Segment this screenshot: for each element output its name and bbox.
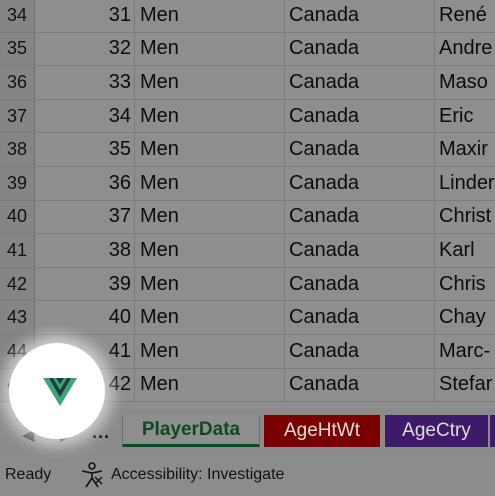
cell-number[interactable]: 40 — [35, 301, 135, 334]
cell-number[interactable]: 35 — [35, 133, 135, 166]
more-tabs-button[interactable]: ... — [92, 422, 110, 443]
table-row: 34 31 Men Canada René — [0, 0, 495, 33]
cell-country[interactable]: Canada — [285, 200, 435, 234]
cell-number[interactable]: 36 — [35, 167, 135, 200]
tab-partial[interactable] — [490, 415, 495, 447]
cell-country[interactable]: Canada — [285, 368, 435, 402]
cell-country[interactable]: Canada — [285, 32, 435, 66]
cell-gender[interactable]: Men — [135, 368, 285, 402]
cell-gender[interactable]: Men — [135, 99, 285, 133]
table-row: 38 35 Men Canada Maxir — [0, 133, 495, 167]
cell-number[interactable]: 34 — [35, 99, 135, 133]
cell-name[interactable]: Eric — [435, 100, 495, 133]
cell-country[interactable]: Canada — [285, 335, 435, 368]
accessibility-status[interactable]: Accessibility: Investigate — [111, 466, 284, 484]
cell-number[interactable]: 31 — [35, 0, 135, 32]
cell-name[interactable]: Karl — [435, 234, 495, 267]
tab-playerdata-label: PlayerData — [141, 418, 241, 440]
cell-gender[interactable]: Men — [135, 167, 285, 200]
row-header[interactable]: 43 — [0, 301, 35, 334]
cell-gender[interactable]: Men — [135, 200, 285, 234]
cell-country[interactable]: Canada — [285, 133, 435, 166]
cell-name[interactable]: Linder — [435, 167, 495, 200]
tab-playerdata[interactable]: PlayerData — [122, 415, 260, 447]
status-bar: Ready Accessibility: Investigate — [0, 456, 495, 496]
cell-number[interactable]: 38 — [35, 234, 135, 267]
row-header[interactable]: 41 — [0, 234, 35, 267]
cell-gender[interactable]: Men — [135, 66, 285, 99]
cell-name[interactable]: Maxir — [435, 133, 495, 166]
cell-gender[interactable]: Men — [135, 32, 285, 66]
cell-name[interactable]: Marc- — [435, 335, 495, 368]
tab-agehtwt[interactable]: AgeHtWt — [264, 415, 380, 447]
cell-number[interactable]: 32 — [35, 32, 135, 66]
cell-name[interactable]: Andre — [435, 33, 495, 66]
cell-name[interactable]: Chay — [435, 301, 495, 334]
table-row: 39 36 Men Canada Linder — [0, 167, 495, 201]
row-header[interactable]: 39 — [0, 167, 35, 200]
row-header[interactable]: 40 — [0, 200, 35, 234]
vue-logo-icon — [43, 378, 77, 406]
cell-name[interactable]: Maso — [435, 66, 495, 99]
row-header[interactable]: 36 — [0, 66, 35, 99]
cell-gender[interactable]: Men — [135, 267, 285, 301]
cell-name[interactable]: René — [435, 0, 495, 32]
row-header[interactable]: 37 — [0, 99, 35, 133]
tab-agehtwt-label: AgeHtWt — [283, 420, 361, 441]
cell-gender[interactable]: Men — [135, 0, 285, 32]
cell-number[interactable]: 33 — [35, 66, 135, 99]
cell-country[interactable]: Canada — [285, 99, 435, 133]
table-row: 37 34 Men Canada Eric — [0, 99, 495, 134]
status-ready: Ready — [5, 466, 52, 483]
row-header[interactable]: 42 — [0, 267, 35, 301]
tab-agectry[interactable]: AgeCtry — [385, 415, 488, 447]
table-row: 36 33 Men Canada Maso — [0, 66, 495, 100]
cell-name[interactable]: Chris — [435, 268, 495, 301]
cell-country[interactable]: Canada — [285, 66, 435, 99]
tab-agectry-label: AgeCtry — [402, 420, 471, 441]
cell-country[interactable]: Canada — [285, 167, 435, 200]
row-header[interactable]: 35 — [0, 32, 35, 66]
table-row: 42 39 Men Canada Chris — [0, 267, 495, 302]
table-row: 40 37 Men Canada Christ — [0, 200, 495, 235]
cell-name[interactable]: Christ — [435, 201, 495, 234]
table-row: 43 40 Men Canada Chay — [0, 301, 495, 335]
row-header[interactable]: 34 — [0, 0, 35, 32]
table-row: 41 38 Men Canada Karl — [0, 234, 495, 268]
cell-gender[interactable]: Men — [135, 133, 285, 166]
cell-gender[interactable]: Men — [135, 234, 285, 267]
cell-name[interactable]: Stefar — [435, 369, 495, 402]
table-row: 35 32 Men Canada Andre — [0, 32, 495, 67]
cell-country[interactable]: Canada — [285, 301, 435, 334]
row-header[interactable]: 38 — [0, 133, 35, 166]
cell-country[interactable]: Canada — [285, 234, 435, 267]
cell-number[interactable]: 37 — [35, 200, 135, 234]
cell-country[interactable]: Canada — [285, 267, 435, 301]
cell-gender[interactable]: Men — [135, 335, 285, 368]
accessibility-icon[interactable] — [80, 462, 104, 488]
cell-number[interactable]: 39 — [35, 267, 135, 301]
cell-gender[interactable]: Men — [135, 301, 285, 334]
cell-country[interactable]: Canada — [285, 0, 435, 32]
